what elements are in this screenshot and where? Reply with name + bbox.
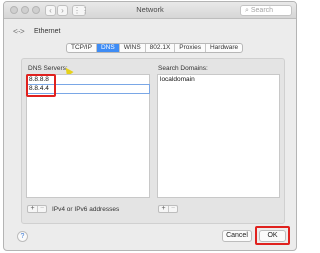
domain-add-remove: + − — [158, 205, 178, 213]
tab-hardware[interactable]: Hardware — [206, 44, 242, 52]
ethernet-arrows-icon: <··> — [13, 27, 25, 36]
tab-wins[interactable]: WINS — [120, 44, 146, 52]
help-button[interactable]: ? — [17, 231, 28, 242]
cancel-button[interactable]: Cancel — [222, 230, 252, 242]
add-domain-button[interactable]: + — [159, 205, 168, 212]
remove-domain-button[interactable]: − — [168, 205, 177, 212]
service-name: Ethernet — [34, 28, 61, 35]
highlight-box — [26, 74, 56, 97]
search-icon: ⌕ — [245, 7, 249, 14]
dns-panel: DNS Servers: 8.8.8.8 8.8.4.4 Search Doma… — [21, 58, 285, 224]
add-dns-button[interactable]: + — [28, 205, 37, 212]
dns-add-remove: + − — [27, 205, 47, 213]
dns-hint: IPv4 or IPv6 addresses — [52, 206, 120, 213]
dns-servers-label: DNS Servers: — [28, 65, 68, 72]
title-bar: ‹ › ⋮⋮ Network ⌕ Search — [4, 2, 296, 19]
network-window: ‹ › ⋮⋮ Network ⌕ Search <··> Ethernet TC… — [3, 1, 297, 251]
tab-bar: TCP/IP DNS WINS 802.1X Proxies Hardware — [66, 43, 244, 53]
search-placeholder: Search — [250, 7, 274, 14]
search-field[interactable]: ⌕ Search — [240, 5, 292, 16]
highlight-box — [255, 226, 290, 245]
tab-proxies[interactable]: Proxies — [175, 44, 206, 52]
tab-tcpip[interactable]: TCP/IP — [67, 44, 97, 52]
search-domain-entry[interactable]: localdomain — [158, 76, 279, 84]
remove-dns-button[interactable]: − — [37, 205, 46, 212]
search-domains-list[interactable]: localdomain — [157, 74, 280, 198]
tab-dns[interactable]: DNS — [96, 44, 120, 52]
search-domains-label: Search Domains: — [158, 65, 208, 72]
tab-8021x[interactable]: 802.1X — [146, 44, 176, 52]
